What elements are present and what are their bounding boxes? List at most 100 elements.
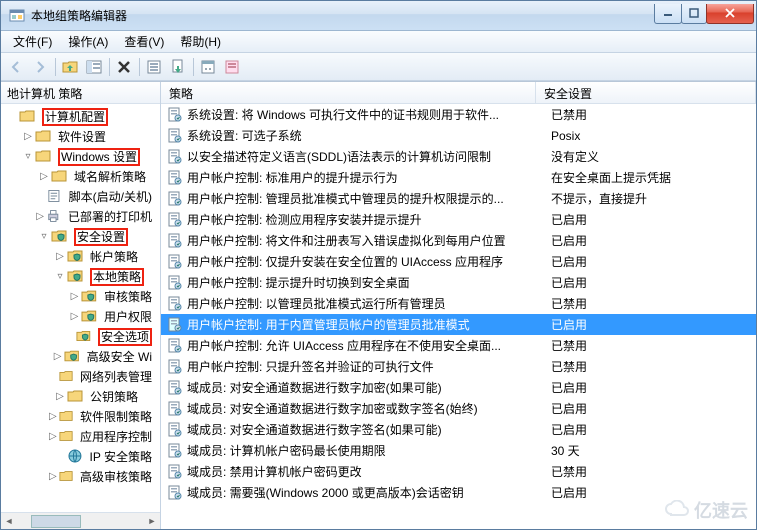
tree-item[interactable]: ▷高级审核策略: [1, 466, 160, 486]
policy-value: 已启用: [551, 274, 756, 291]
list-rows: 系统设置: 将 Windows 可执行文件中的证书规则用于软件...已禁用系统设…: [161, 104, 756, 529]
policy-row[interactable]: 用户帐户控制: 仅提升安装在安全位置的 UIAccess 应用程序已启用: [161, 251, 756, 272]
tree-item[interactable]: IP 安全策略: [1, 446, 160, 466]
tree-twisty-icon[interactable]: [47, 369, 59, 383]
tree-twisty-icon[interactable]: [53, 449, 67, 463]
policy-row[interactable]: 用户帐户控制: 检测应用程序安装并提示提升已启用: [161, 209, 756, 230]
policy-row[interactable]: 域成员: 对安全通道数据进行数字加密(如果可能)已启用: [161, 377, 756, 398]
policy-row[interactable]: 域成员: 对安全通道数据进行数字签名(如果可能)已启用: [161, 419, 756, 440]
tree-twisty-icon[interactable]: [34, 189, 47, 203]
tree-item[interactable]: ▿本地策略: [1, 266, 160, 286]
tree-item[interactable]: 脚本(启动/关机): [1, 186, 160, 206]
up-button[interactable]: [59, 56, 81, 78]
tree-item[interactable]: 计算机配置: [1, 106, 160, 126]
tree-item[interactable]: ▷软件设置: [1, 126, 160, 146]
delete-button[interactable]: [113, 56, 135, 78]
scroll-thumb[interactable]: [31, 515, 81, 528]
tree-item[interactable]: ▷审核策略: [1, 286, 160, 306]
tree-twisty-icon[interactable]: ▷: [47, 409, 59, 423]
properties-button[interactable]: [197, 56, 219, 78]
tree-twisty-icon[interactable]: ▿: [21, 149, 35, 163]
window-title: 本地组策略编辑器: [31, 7, 655, 24]
separator: [107, 56, 111, 78]
tree-twisty-icon[interactable]: ▷: [53, 389, 67, 403]
policy-value: 已禁用: [551, 106, 756, 123]
refresh-button[interactable]: [143, 56, 165, 78]
policy-row[interactable]: 用户帐户控制: 管理员批准模式中管理员的提升权限提示的...不提示，直接提升: [161, 188, 756, 209]
separator: [53, 56, 57, 78]
tree-item[interactable]: 安全选项: [1, 326, 160, 346]
tree-item[interactable]: ▿安全设置: [1, 226, 160, 246]
tree-item[interactable]: ▷域名解析策略: [1, 166, 160, 186]
policy-row[interactable]: 用户帐户控制: 以管理员批准模式运行所有管理员已禁用: [161, 293, 756, 314]
tree-twisty-icon[interactable]: ▷: [37, 169, 51, 183]
help-button[interactable]: [221, 56, 243, 78]
policy-value: 已启用: [551, 211, 756, 228]
scroll-right-icon[interactable]: ►: [144, 514, 160, 529]
menu-action[interactable]: 操作(A): [60, 31, 116, 52]
tree-item[interactable]: ▷软件限制策略: [1, 406, 160, 426]
policy-row[interactable]: 以安全描述符定义语言(SDDL)语法表示的计算机访问限制没有定义: [161, 146, 756, 167]
tree-item[interactable]: ▷公钥策略: [1, 386, 160, 406]
policy-name: 用户帐户控制: 将文件和注册表写入错误虚拟化到每用户位置: [187, 232, 551, 249]
policy-value: 已禁用: [551, 358, 756, 375]
tree-header[interactable]: 地计算机 策略: [1, 82, 160, 104]
export-button[interactable]: [167, 56, 189, 78]
policy-row[interactable]: 域成员: 需要强(Windows 2000 或更高版本)会话密钥已启用: [161, 482, 756, 503]
tree-twisty-icon[interactable]: ▷: [34, 209, 47, 223]
policy-value: 不提示，直接提升: [551, 190, 756, 207]
tree-twisty-icon[interactable]: ▿: [37, 229, 51, 243]
policy-row[interactable]: 用户帐户控制: 将文件和注册表写入错误虚拟化到每用户位置已启用: [161, 230, 756, 251]
policy-value: 已启用: [551, 253, 756, 270]
policy-row[interactable]: 用户帐户控制: 提示提升时切换到安全桌面已启用: [161, 272, 756, 293]
tree-twisty-icon[interactable]: ▷: [47, 429, 59, 443]
col-header-policy[interactable]: 策略: [161, 82, 536, 103]
policy-name: 域成员: 需要强(Windows 2000 或更高版本)会话密钥: [187, 484, 551, 501]
policy-row[interactable]: 域成员: 禁用计算机帐户密码更改已禁用: [161, 461, 756, 482]
policy-row[interactable]: 用户帐户控制: 允许 UIAccess 应用程序在不使用安全桌面...已禁用: [161, 335, 756, 356]
scroll-left-icon[interactable]: ◄: [1, 514, 17, 529]
tree-item[interactable]: ▿Windows 设置: [1, 146, 160, 166]
policy-value: 已禁用: [551, 463, 756, 480]
col-header-setting[interactable]: 安全设置: [536, 82, 756, 103]
policy-row[interactable]: 用户帐户控制: 标准用户的提升提示行为在安全桌面上提示凭据: [161, 167, 756, 188]
tree-hscrollbar[interactable]: ◄ ►: [1, 512, 160, 529]
tree-twisty-icon[interactable]: ▷: [21, 129, 35, 143]
forward-button[interactable]: [29, 56, 51, 78]
policy-row[interactable]: 系统设置: 可选子系统Posix: [161, 125, 756, 146]
policy-row[interactable]: 系统设置: 将 Windows 可执行文件中的证书规则用于软件...已禁用: [161, 104, 756, 125]
tree-twisty-icon[interactable]: [63, 329, 76, 343]
policy-value: 在安全桌面上提示凭据: [551, 169, 756, 186]
policy-name: 用户帐户控制: 提示提升时切换到安全桌面: [187, 274, 551, 291]
tree-item[interactable]: ▷应用程序控制: [1, 426, 160, 446]
tree-item[interactable]: ▷已部署的打印机: [1, 206, 160, 226]
tree-item[interactable]: 网络列表管理: [1, 366, 160, 386]
policy-row[interactable]: 域成员: 计算机帐户密码最长使用期限30 天: [161, 440, 756, 461]
minimize-button[interactable]: [654, 4, 682, 24]
menu-view[interactable]: 查看(V): [116, 31, 172, 52]
tree-twisty-icon[interactable]: ▷: [68, 309, 82, 323]
menu-file[interactable]: 文件(F): [5, 31, 60, 52]
tree-item[interactable]: ▷用户权限: [1, 306, 160, 326]
tree-item[interactable]: ▷帐户策略: [1, 246, 160, 266]
policy-row[interactable]: 域成员: 对安全通道数据进行数字加密或数字签名(始终)已启用: [161, 398, 756, 419]
maximize-button[interactable]: [681, 4, 707, 24]
policy-name: 用户帐户控制: 只提升签名并验证的可执行文件: [187, 358, 551, 375]
tree-twisty-icon[interactable]: ▿: [53, 269, 67, 283]
close-button[interactable]: [706, 4, 754, 24]
tree-twisty-icon[interactable]: ▷: [51, 349, 64, 363]
tree-twisty-icon[interactable]: ▷: [53, 249, 67, 263]
menu-help[interactable]: 帮助(H): [172, 31, 229, 52]
menubar: 文件(F) 操作(A) 查看(V) 帮助(H): [1, 31, 756, 53]
show-hide-tree-button[interactable]: [83, 56, 105, 78]
tree-twisty-icon[interactable]: [5, 109, 19, 123]
tree-twisty-icon[interactable]: ▷: [68, 289, 82, 303]
policy-row[interactable]: 用户帐户控制: 用于内置管理员帐户的管理员批准模式已启用: [161, 314, 756, 335]
tree-pane: 地计算机 策略 计算机配置▷软件设置▿Windows 设置▷域名解析策略脚本(启…: [1, 82, 161, 529]
policy-name: 用户帐户控制: 允许 UIAccess 应用程序在不使用安全桌面...: [187, 337, 551, 354]
back-button[interactable]: [5, 56, 27, 78]
tree-item[interactable]: ▷高级安全 Wi: [1, 346, 160, 366]
policy-row[interactable]: 用户帐户控制: 只提升签名并验证的可执行文件已禁用: [161, 356, 756, 377]
tree-twisty-icon[interactable]: ▷: [47, 469, 59, 483]
toolbar: [1, 53, 756, 81]
